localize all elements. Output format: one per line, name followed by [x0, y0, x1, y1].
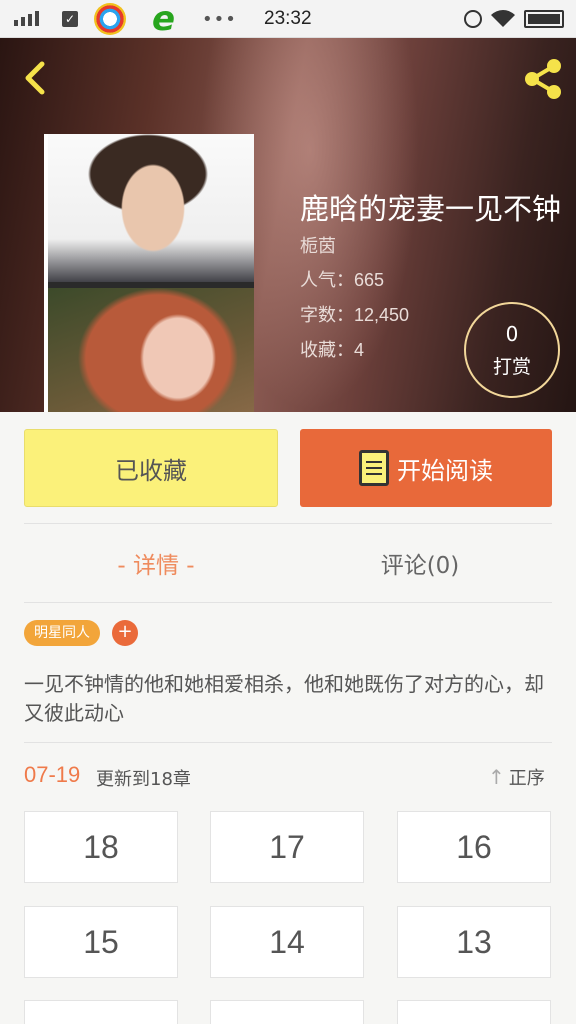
- chapter-button[interactable]: 13: [397, 906, 551, 978]
- status-bar: ✓ e ••• 23:32: [0, 0, 576, 38]
- tag-chip[interactable]: 明星同人: [24, 620, 100, 646]
- alarm-icon: [464, 0, 482, 38]
- share-icon: [525, 59, 561, 99]
- book-popularity: 人气：665: [300, 270, 385, 290]
- book-icon: [359, 450, 389, 486]
- chevron-left-icon: [25, 61, 45, 95]
- add-tag-button[interactable]: +: [112, 620, 138, 646]
- update-text: 更新到18章: [96, 769, 191, 790]
- ie-browser-icon: e: [152, 0, 176, 39]
- book-cover-image[interactable]: [44, 134, 254, 412]
- start-reading-button[interactable]: 开始阅读: [300, 429, 552, 507]
- tab-comments[interactable]: 评论(0): [288, 546, 552, 580]
- chapter-button[interactable]: 16: [397, 811, 551, 883]
- favorited-label: 已收藏: [115, 456, 187, 485]
- update-date: 07-19: [24, 762, 81, 787]
- chapter-button[interactable]: 17: [210, 811, 364, 883]
- book-favorites: 收藏：4: [300, 340, 365, 360]
- chapter-button[interactable]: 14: [210, 906, 364, 978]
- arrow-up-icon: ↑: [488, 765, 505, 789]
- divider: [24, 523, 552, 524]
- book-header: 鹿晗的宠妻一见不钟 栀茵 人气：665 字数：12,450 收藏：4 0 打赏: [0, 38, 576, 412]
- share-button[interactable]: [520, 56, 566, 102]
- chapter-button[interactable]: 18: [24, 811, 178, 883]
- tip-count: 0: [505, 322, 519, 346]
- wifi-icon: [490, 0, 516, 38]
- tab-detail[interactable]: - 详情 -: [24, 546, 288, 580]
- battery-icon: [524, 0, 564, 38]
- tip-label: 打赏: [492, 356, 531, 378]
- book-word-count: 字数：12,450: [300, 305, 410, 325]
- cover-photo-female: [48, 288, 254, 412]
- cover-photo-male: [48, 134, 254, 284]
- qq-browser-icon: [94, 0, 126, 38]
- chapter-button[interactable]: 15: [24, 906, 178, 978]
- tip-button[interactable]: 0 打赏: [464, 302, 560, 398]
- book-title: 鹿晗的宠妻一见不钟: [300, 194, 562, 226]
- divider: [24, 742, 552, 743]
- chapter-button-partial[interactable]: [24, 1000, 178, 1024]
- chapter-button-partial[interactable]: [397, 1000, 551, 1024]
- status-time: 23:32: [264, 8, 312, 29]
- favorited-button[interactable]: 已收藏: [24, 429, 278, 507]
- back-button[interactable]: [16, 58, 56, 98]
- checkbox-icon: ✓: [62, 0, 78, 38]
- signal-icon: [14, 0, 39, 38]
- start-reading-label: 开始阅读: [397, 456, 493, 485]
- chapter-button-partial[interactable]: [210, 1000, 364, 1024]
- divider: [24, 602, 552, 603]
- book-description: 一见不钟情的他和她相爱相杀，他和她既伤了对方的心，却又彼此动心: [24, 672, 544, 725]
- book-author[interactable]: 栀茵: [300, 232, 336, 258]
- sort-order-label: 正序: [508, 768, 545, 789]
- more-dots-icon: •••: [202, 8, 237, 30]
- sort-order-button[interactable]: ↑ 正序: [488, 764, 545, 790]
